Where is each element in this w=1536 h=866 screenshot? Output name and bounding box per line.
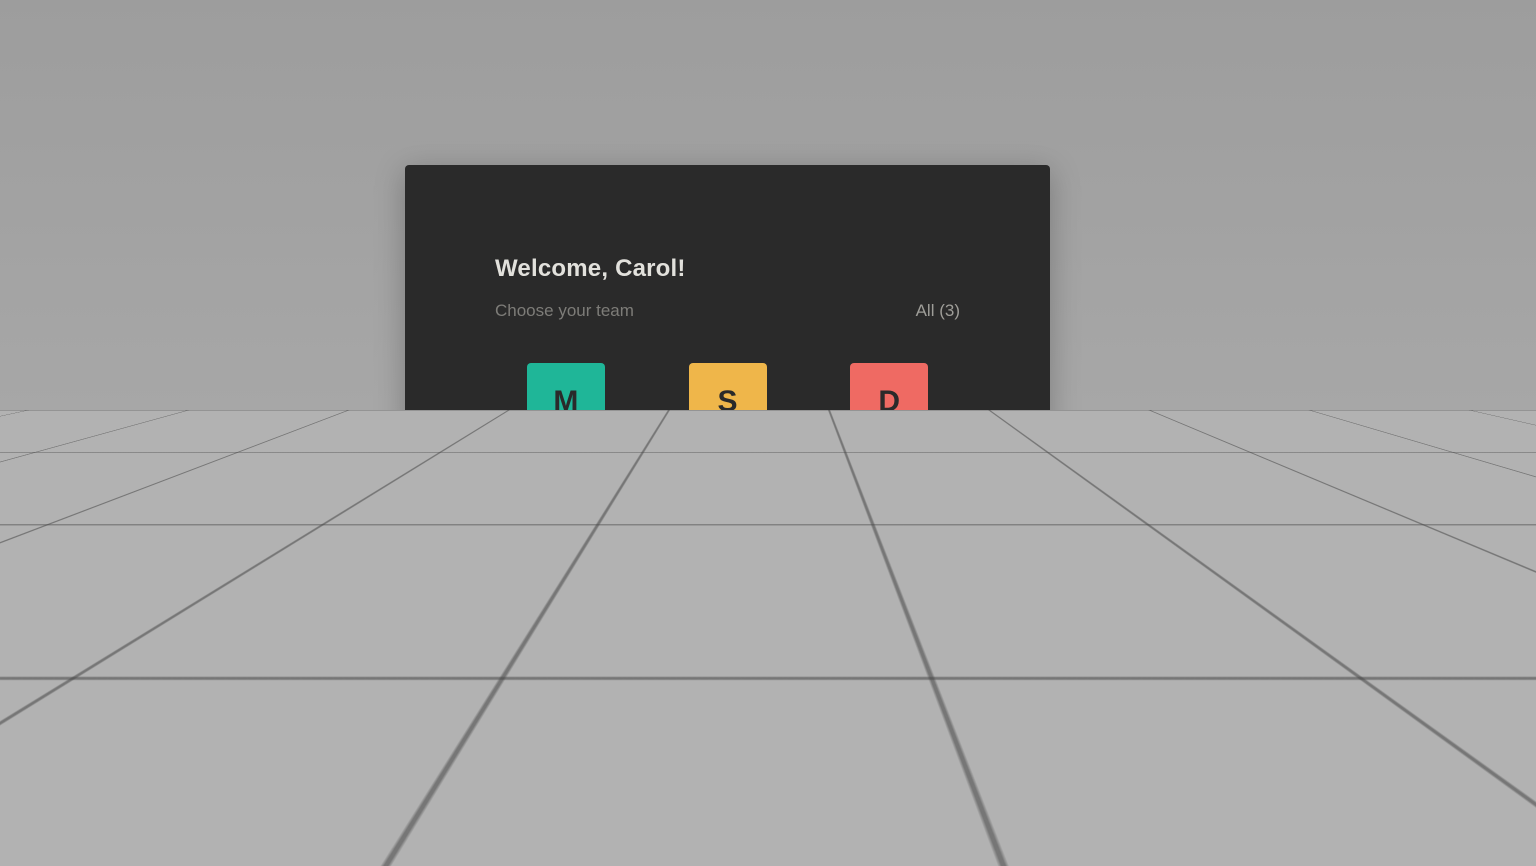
teams-row: M Manifesto S Sage Team D Demo Team bbox=[495, 363, 960, 490]
team-card-sage[interactable]: S Sage Team bbox=[657, 363, 799, 490]
team-name-label: Sage Team bbox=[681, 469, 774, 490]
all-teams-link[interactable]: All (3) bbox=[916, 301, 960, 321]
team-name-label: Demo Team bbox=[840, 469, 939, 490]
team-name-label: Manifesto bbox=[526, 469, 606, 490]
team-tile: S bbox=[689, 363, 767, 441]
team-picker-panel: Welcome, Carol! Choose your team All (3)… bbox=[405, 165, 1050, 590]
subtitle-row: Choose your team All (3) bbox=[495, 301, 960, 321]
choose-team-label: Choose your team bbox=[495, 301, 634, 321]
team-card-demo[interactable]: D Demo Team bbox=[818, 363, 960, 490]
team-tile: M bbox=[527, 363, 605, 441]
team-card-manifesto[interactable]: M Manifesto bbox=[495, 363, 637, 490]
vr-scene: Welcome, Carol! Choose your team All (3)… bbox=[0, 0, 1536, 866]
team-tile: D bbox=[850, 363, 928, 441]
welcome-heading: Welcome, Carol! bbox=[495, 255, 960, 283]
